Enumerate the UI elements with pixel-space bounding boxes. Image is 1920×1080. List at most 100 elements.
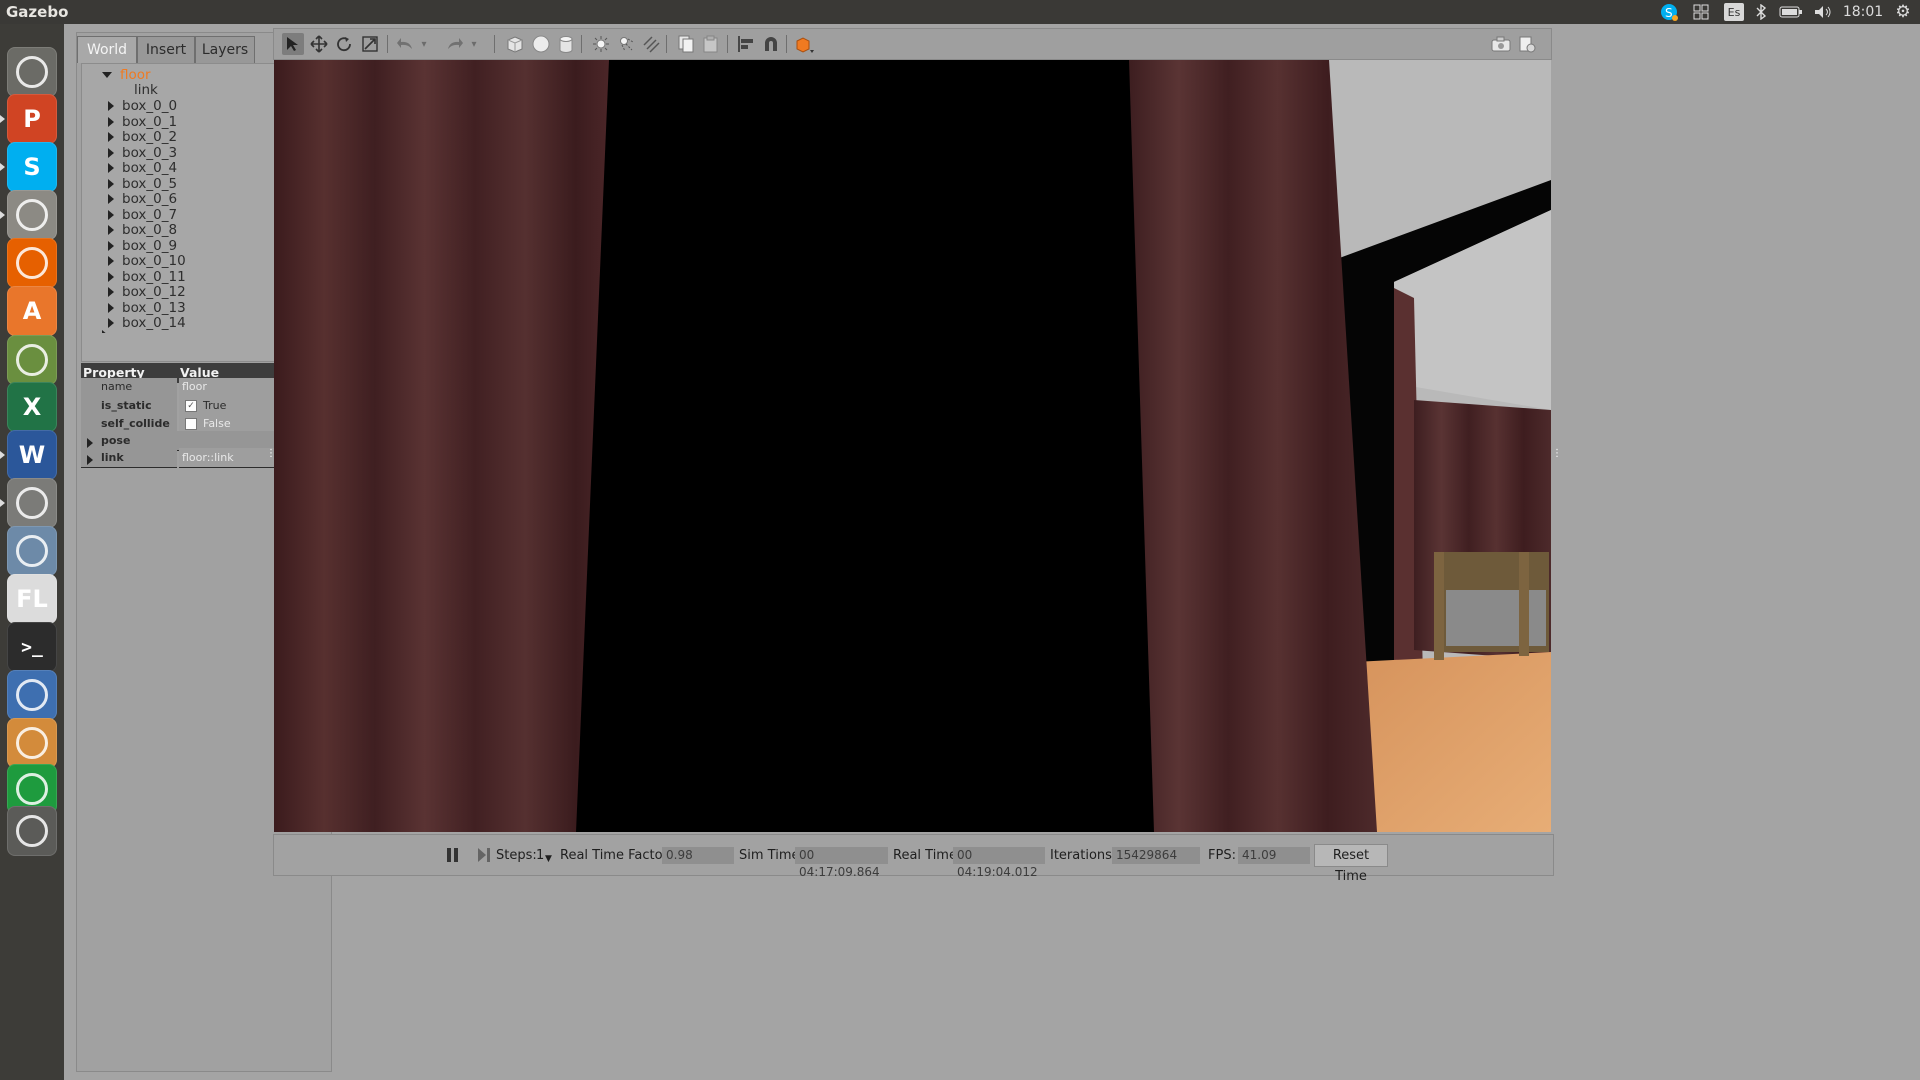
expand-right-icon[interactable] [108,209,114,220]
rtf-label: Real Time Factor: [560,848,673,863]
keyboard-layout-indicator[interactable]: Es [1724,3,1744,21]
launcher-item-files[interactable] [7,190,57,240]
expand-right-icon[interactable] [87,437,93,448]
expand-right-icon[interactable] [108,240,114,251]
real-time-value: 00 04:19:04.012 [953,847,1045,879]
launcher-item-system-settings[interactable] [7,478,57,528]
redo-button[interactable] [444,33,466,55]
system-gear-icon[interactable]: ⚙ [1892,2,1914,22]
launcher-item-terminal[interactable]: >_ [7,622,57,672]
point-light-button[interactable] [590,33,612,55]
box-shape-button[interactable] [504,33,526,55]
reset-time-button[interactable]: Reset Time [1314,844,1388,884]
fps-value: 41.09 [1238,847,1310,864]
left-splitter-handle[interactable]: ⋮ [266,448,276,459]
steps-value[interactable]: 1 [536,847,544,864]
expand-right-icon[interactable] [108,132,114,142]
workspaces-icon[interactable] [1690,2,1712,22]
launcher-item-stack[interactable] [7,806,57,856]
align-button[interactable] [735,33,757,55]
expand-right-icon[interactable] [108,287,114,297]
translate-mode-button[interactable] [308,33,330,55]
launcher-item-powerpoint[interactable]: P [7,94,57,144]
undo-history-dropdown[interactable]: ▾ [418,33,430,55]
launcher-fluid-editor-icon: FL [16,585,48,613]
tree-item-box-0-14[interactable]: box_0_14 [108,315,186,333]
prop-name-value[interactable]: floor [182,380,207,393]
bottom-status-bar: Steps: 1 ▼ Real Time Factor: 0.98 Sim Ti… [273,834,1554,884]
expand-right-icon[interactable] [87,454,93,465]
expand-right-icon[interactable] [108,256,114,266]
launcher-item-software-center[interactable]: A [7,286,57,336]
running-indicator [0,115,5,123]
app-title: Gazebo [6,3,69,21]
top-panel: Gazebo S Es 18:01 ⚙ [0,0,1920,24]
running-indicator [0,499,5,507]
undo-button[interactable] [394,33,416,55]
ubuntu-logo-icon [16,56,48,88]
play-icon [16,679,48,711]
launcher-item-picasa[interactable] [7,335,57,385]
view-angle-button[interactable] [794,33,816,55]
launcher-item-skype[interactable]: S [7,142,57,192]
svg-text:S: S [1665,6,1673,20]
expand-right-icon[interactable] [108,163,114,173]
select-mode-button[interactable] [282,33,304,55]
launcher-item-matlab[interactable] [7,526,57,576]
self-collide-checkbox[interactable] [185,418,197,430]
launcher-item-firefox[interactable] [7,238,57,288]
calc-icon [16,773,48,805]
scale-mode-button[interactable] [359,33,381,55]
tab-world[interactable]: World [77,36,137,63]
gazebo-window: World Insert Layers floor link box_0_0 bo… [64,24,1920,1080]
expand-right-icon[interactable] [108,271,114,282]
expand-right-icon[interactable] [108,147,114,158]
skype-tray-icon[interactable]: S [1658,2,1680,22]
launcher-item-gazebo[interactable] [7,718,57,768]
directional-light-button[interactable] [640,33,662,55]
redo-history-dropdown[interactable]: ▾ [468,33,480,55]
expand-down-icon[interactable] [102,72,112,78]
matlab-icon [16,535,48,567]
spot-light-button[interactable] [615,33,637,55]
tab-layers[interactable]: Layers [195,36,255,63]
volume-icon[interactable] [1812,2,1834,22]
launcher-item-ubuntu-dash[interactable] [7,47,57,97]
pause-button[interactable] [446,847,460,867]
launcher-item-excel[interactable]: X [7,382,57,432]
right-splitter-handle[interactable]: ⋮ [1552,448,1562,459]
sphere-shape-button[interactable] [530,33,552,55]
snap-magnet-button[interactable] [760,33,782,55]
expand-right-icon[interactable] [108,101,114,111]
fps-label: FPS: [1208,848,1236,863]
running-indicator [0,163,5,171]
launcher-software-center-icon: A [22,297,42,325]
screenshot-camera-icon[interactable] [1490,33,1512,55]
3d-viewport[interactable] [274,60,1551,832]
copy-button[interactable] [675,33,697,55]
launcher-item-word[interactable]: W [7,430,57,480]
settings-icon [16,487,48,519]
bluetooth-icon[interactable] [1752,2,1770,22]
steps-dropdown-icon[interactable]: ▼ [545,851,552,868]
iterations-label: Iterations: [1050,848,1117,863]
picasa-icon [16,344,48,376]
launcher-item-media-player[interactable] [7,670,57,720]
expand-right-icon[interactable] [108,178,114,189]
expand-right-icon[interactable] [108,225,114,235]
launcher-item-fluid-editor[interactable]: FL [7,574,57,624]
clock[interactable]: 18:01 [1843,2,1883,22]
paste-button[interactable] [700,33,722,55]
expand-right-icon[interactable] [108,116,114,127]
is-static-checkbox[interactable]: ✓ [185,400,197,412]
cylinder-shape-button[interactable] [555,33,577,55]
log-record-button[interactable] [1516,33,1538,55]
launcher-word-icon: W [18,441,46,469]
expand-right-icon[interactable] [108,302,114,313]
rotate-mode-button[interactable] [333,33,355,55]
viewport-toolbar: ▾ ▾ [273,28,1552,60]
expand-right-icon[interactable] [108,194,114,204]
battery-icon[interactable] [1778,2,1804,22]
tab-insert[interactable]: Insert [137,36,195,63]
step-button[interactable] [477,847,491,867]
